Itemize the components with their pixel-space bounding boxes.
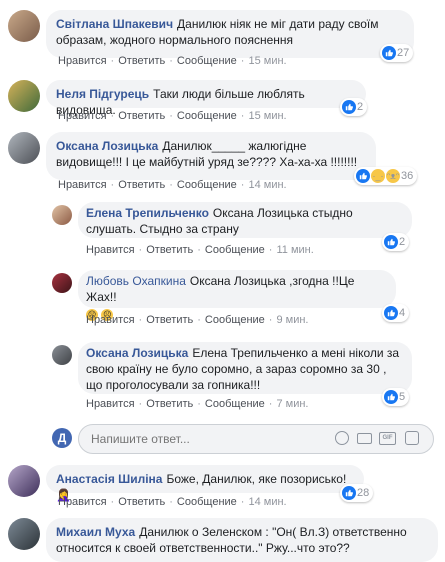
comment-actions: Нравится · Ответить · Сообщение · 14 мин. [58,179,287,191]
like-link[interactable]: Нравится [86,314,135,326]
avatar[interactable] [8,80,40,112]
avatar[interactable] [52,345,72,365]
reply-link[interactable]: Ответить [118,110,165,122]
comment-actions: Нравится · Ответить · Сообщение · 9 мин. [86,314,309,326]
reply-bubble: Любовь Охапкина Оксана Лозицька ,згодна !… [78,270,396,321]
timestamp[interactable]: 14 мин. [248,496,286,508]
reply-bubble: Оксана Лозицька Елена Трепильченко а мені… [78,342,412,394]
reaction-count[interactable]: 2 [382,233,410,251]
comment-author[interactable]: Анастасія Шиліна [56,472,162,486]
like-link[interactable]: Нравится [86,398,135,410]
reply-link[interactable]: Ответить [118,55,165,67]
comment-actions: Нравится · Ответить · Сообщение · 14 мин. [58,496,287,508]
reply-input-box[interactable]: GIF [78,424,434,454]
like-icon [342,100,356,114]
like-link[interactable]: Нравится [58,110,107,122]
timestamp[interactable]: 9 мин. [276,314,308,326]
comment-actions: Нравится · Ответить · Сообщение · 11 мин. [86,244,314,256]
reply-link[interactable]: Ответить [146,398,193,410]
timestamp[interactable]: 7 мин. [276,398,308,410]
comment-actions: Нравится · Ответить · Сообщение · 7 мин. [86,398,309,410]
avatar[interactable] [8,10,40,42]
comment-author[interactable]: Елена Трепильченко [86,206,209,220]
avatar[interactable] [8,132,40,164]
avatar[interactable] [8,518,40,550]
avatar[interactable] [8,465,40,497]
message-link[interactable]: Сообщение [177,55,237,67]
comment-author[interactable]: Оксана Лозицька [56,139,158,153]
reaction-count[interactable]: 2 [340,98,368,116]
message-link[interactable]: Сообщение [177,110,237,122]
like-icon [384,235,398,249]
comment-author[interactable]: Любовь Охапкина [86,274,186,288]
reaction-count[interactable]: 5 [382,388,410,406]
like-link[interactable]: Нравится [58,179,107,191]
message-link[interactable]: Сообщение [177,179,237,191]
comment-actions: Нравится · Ответить · Сообщение · 15 мин. [58,110,287,122]
camera-icon[interactable] [357,433,372,444]
comment-bubble: Неля Підгурець Таки люди більше люблять в… [46,80,366,117]
comment-author[interactable]: Неля Підгурець [56,87,149,101]
comment-bubble: Михаил Муха Данилюк о Зеленском : "Он( Вл… [46,518,438,562]
avatar: Д [52,428,72,448]
message-link[interactable]: Сообщение [205,244,265,256]
reaction-count[interactable]: 4 [382,304,410,322]
reply-link[interactable]: Ответить [118,179,165,191]
like-icon [356,169,370,183]
like-icon [382,46,396,60]
sad-emoji-icon: ·_· [371,169,385,183]
like-link[interactable]: Нравится [58,55,107,67]
like-link[interactable]: Нравится [86,244,135,256]
reaction-count[interactable]: 27 [380,44,414,62]
comment-actions: Нравится · Ответить · Сообщение · 15 мин. [58,55,287,67]
reaction-count[interactable]: ·_· ᵔᴥᵔ 36 [354,167,418,185]
reaction-count[interactable]: 28 [340,484,374,502]
avatar[interactable] [52,273,72,293]
reply-link[interactable]: Ответить [146,314,193,326]
gif-icon[interactable]: GIF [379,432,396,445]
comment-author[interactable]: Оксана Лозицька [86,346,188,360]
message-link[interactable]: Сообщение [205,398,265,410]
emoji-icon[interactable] [335,431,349,445]
timestamp[interactable]: 14 мин. [248,179,286,191]
laugh-emoji-icon: ᵔᴥᵔ [386,169,400,183]
comment-author[interactable]: Михаил Муха [56,525,135,539]
like-icon [384,390,398,404]
reply-link[interactable]: Ответить [118,496,165,508]
timestamp[interactable]: 15 мин. [248,55,286,67]
like-link[interactable]: Нравится [58,496,107,508]
sticker-icon[interactable] [405,431,419,445]
message-link[interactable]: Сообщение [205,314,265,326]
message-link[interactable]: Сообщение [177,496,237,508]
reply-input[interactable] [89,430,323,448]
avatar[interactable] [52,205,72,225]
comment-bubble: Світлана Шпакевич Данилюк ніяк не міг дат… [46,10,414,58]
timestamp[interactable]: 15 мин. [248,110,286,122]
comment-author[interactable]: Світлана Шпакевич [56,17,173,31]
timestamp[interactable]: 11 мин. [276,244,313,256]
reply-bubble: Елена Трепильченко Оксана Лозицька стыдно… [78,202,412,238]
comment-bubble: Анастасія Шиліна Боже, Данилюк, яке позор… [46,465,364,502]
reply-link[interactable]: Ответить [146,244,193,256]
like-icon [342,486,356,500]
comment-bubble: Оксана Лозицька Данилюк_____ жалюгідне ви… [46,132,376,180]
like-icon [384,306,398,320]
